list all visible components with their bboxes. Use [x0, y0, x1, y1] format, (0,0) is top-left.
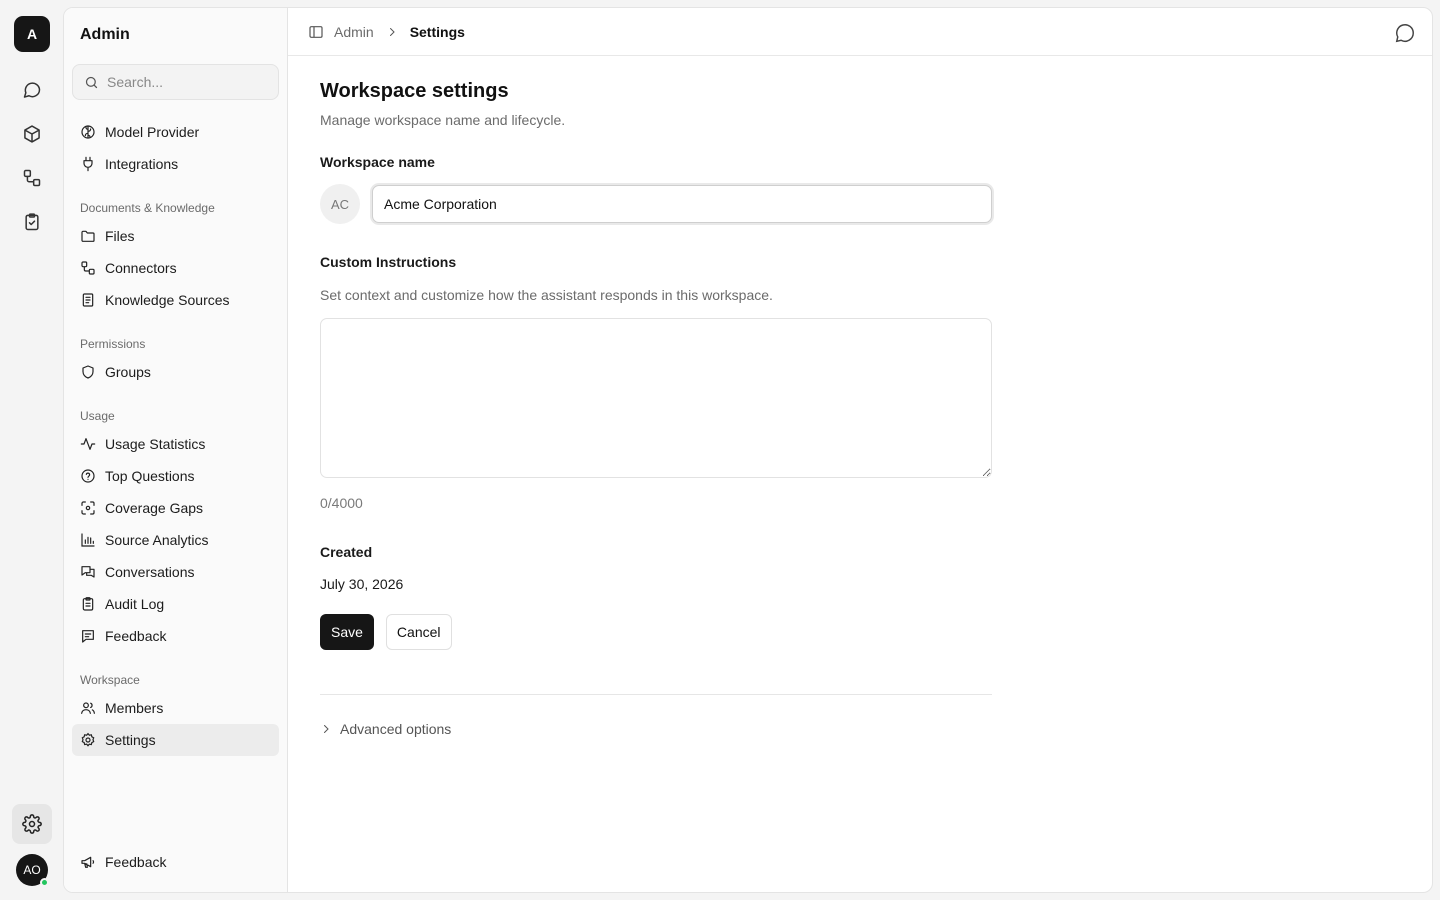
cancel-button[interactable]: Cancel: [385, 614, 452, 650]
custom-instructions-help: Set context and customize how the assist…: [320, 287, 773, 303]
folder-icon: [81, 230, 95, 242]
breadcrumb-current: Settings: [409, 23, 465, 40]
chat-bubble-icon[interactable]: [1394, 22, 1416, 44]
sidebar-item-label: Integrations: [105, 156, 179, 172]
sidebar-search[interactable]: [72, 64, 279, 100]
nav-group-usage: Usage: [80, 409, 115, 423]
save-button[interactable]: Save: [320, 614, 374, 650]
bar-chart-icon: [81, 533, 95, 547]
sidebar-item-label: Feedback: [105, 854, 167, 870]
character-counter: 0/4000: [320, 495, 363, 511]
sidebar-item-label: Model Provider: [105, 124, 200, 140]
workspace-name-input[interactable]: [372, 185, 992, 223]
scan-icon: [81, 501, 95, 515]
sidebar-item-coverage-gaps[interactable]: Coverage Gaps: [72, 492, 279, 524]
custom-instructions-textarea[interactable]: [320, 318, 992, 478]
breadcrumb: Admin Settings: [334, 24, 465, 40]
page-title: Workspace settings: [320, 80, 509, 102]
gear-icon: [81, 732, 95, 747]
sidebar-item-usage-statistics[interactable]: Usage Statistics: [72, 428, 279, 460]
main-content: Admin Settings Workspace settings Manage…: [288, 8, 1432, 892]
sidebar-item-conversations[interactable]: Conversations: [72, 556, 279, 588]
sidebar-item-label: Feedback: [105, 628, 167, 644]
sidebar-item-label: Top Questions: [105, 468, 195, 484]
sidebar-footer-feedback[interactable]: Feedback: [72, 846, 279, 878]
search-input[interactable]: [107, 74, 267, 90]
sidebar-item-connectors[interactable]: Connectors: [72, 252, 279, 284]
sidebar-item-top-questions[interactable]: Top Questions: [72, 460, 279, 492]
sidebar-item-label: Coverage Gaps: [105, 500, 204, 516]
advanced-options-toggle[interactable]: Advanced options: [320, 721, 992, 737]
search-icon: [85, 76, 98, 88]
sidebar-item-knowledge-sources[interactable]: Knowledge Sources: [72, 284, 279, 316]
sidebar-item-integrations[interactable]: Integrations: [72, 148, 279, 180]
shield-icon: [82, 365, 94, 379]
workspace-name-label: Workspace name: [320, 154, 435, 170]
sidebar-item-label: Usage Statistics: [105, 436, 206, 452]
sidebar-item-feedback[interactable]: Feedback: [72, 620, 279, 652]
chevron-right-icon: [324, 725, 329, 733]
sidebar-item-label: Members: [105, 700, 164, 716]
chat-icon[interactable]: [12, 74, 52, 106]
plug-icon: [83, 156, 93, 172]
messages-icon: [81, 566, 95, 578]
sidebar-item-label: Connectors: [105, 260, 177, 276]
breadcrumb-admin[interactable]: Admin: [334, 24, 374, 40]
page-subtitle: Manage workspace name and lifecycle.: [320, 112, 566, 128]
sidebar-item-label: Knowledge Sources: [105, 292, 230, 308]
sidebar-item-label: Conversations: [105, 564, 195, 580]
help-circle-icon: [81, 469, 95, 483]
nav-group-documents: Documents & Knowledge: [80, 201, 215, 215]
section-divider: [320, 694, 992, 695]
sidebar-item-label: Source Analytics: [105, 532, 209, 548]
megaphone-icon: [81, 856, 95, 868]
icon-rail: A AO: [0, 0, 64, 900]
workflow-icon[interactable]: [12, 162, 52, 194]
sidebar-nav: Model Provider Integrations Documents & …: [72, 116, 279, 756]
created-label: Created: [320, 544, 373, 560]
sidebar-item-label: Audit Log: [105, 596, 165, 612]
brain-icon: [81, 125, 95, 139]
workspace-avatar[interactable]: AC: [320, 184, 360, 224]
sidebar-title: Admin: [80, 26, 130, 43]
app-shell: Admin Model Provider Integrations Docume…: [63, 7, 1433, 893]
user-initials: AO: [23, 863, 41, 877]
users-icon: [81, 702, 95, 714]
sidebar-item-label: Groups: [105, 364, 151, 380]
sidebar-item-model-provider[interactable]: Model Provider: [72, 116, 279, 148]
chevron-right-icon: [389, 27, 395, 36]
settings-gear-icon[interactable]: [12, 804, 52, 844]
message-square-text-icon: [82, 630, 94, 643]
online-status-dot: [40, 878, 49, 887]
workspace-logo[interactable]: A: [14, 16, 50, 52]
created-date: July 30, 2026: [320, 576, 404, 592]
sidebar-item-groups[interactable]: Groups: [72, 356, 279, 388]
book-icon: [82, 293, 94, 307]
sidebar-item-label: Settings: [105, 732, 156, 748]
sidebar-toggle-icon[interactable]: [308, 24, 324, 40]
settings-form: Workspace settings Manage workspace name…: [320, 80, 992, 737]
connectors-icon: [81, 261, 95, 275]
sidebar-item-label: Files: [105, 228, 135, 244]
cube-icon[interactable]: [12, 118, 52, 150]
admin-sidebar: Admin Model Provider Integrations Docume…: [64, 8, 288, 892]
sidebar-item-source-analytics[interactable]: Source Analytics: [72, 524, 279, 556]
nav-group-permissions: Permissions: [80, 337, 146, 351]
sidebar-item-settings[interactable]: Settings: [72, 724, 279, 756]
custom-instructions-label: Custom Instructions: [320, 254, 457, 270]
nav-group-workspace: Workspace: [80, 673, 140, 687]
clipboard-list-icon: [82, 597, 94, 611]
user-avatar[interactable]: AO: [16, 854, 49, 887]
clipboard-check-icon[interactable]: [12, 206, 52, 238]
activity-icon: [80, 438, 96, 450]
sidebar-item-audit-log[interactable]: Audit Log: [72, 588, 279, 620]
sidebar-item-members[interactable]: Members: [72, 692, 279, 724]
sidebar-item-files[interactable]: Files: [72, 220, 279, 252]
advanced-options-label: Advanced options: [340, 721, 452, 737]
top-bar: Admin Settings: [288, 8, 1432, 56]
